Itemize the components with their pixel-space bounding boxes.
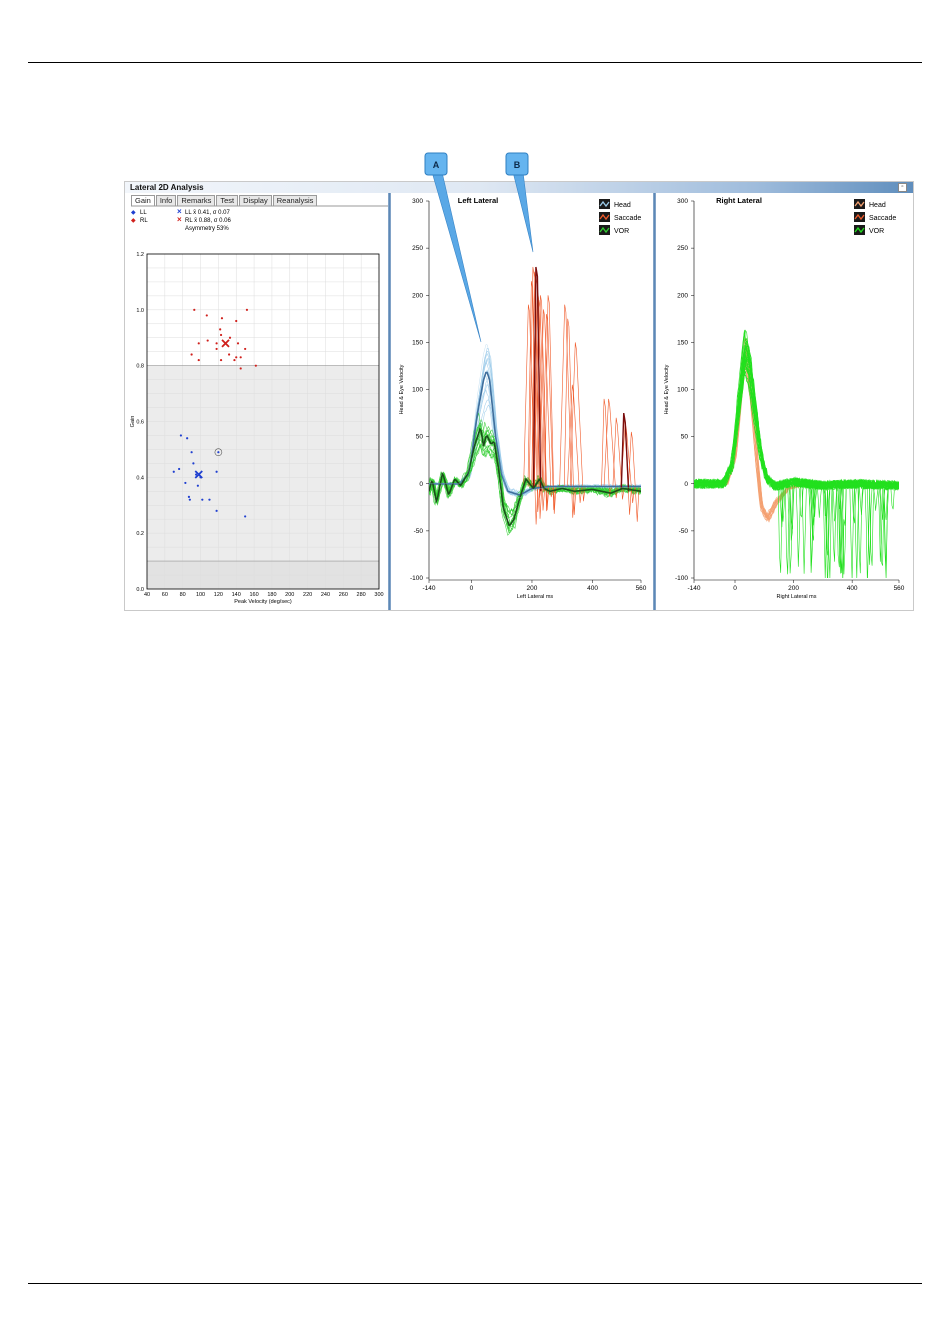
callout-b-label: B: [514, 160, 521, 170]
bottom-rule: [28, 1283, 922, 1284]
callout-layer: A B: [424, 152, 534, 343]
callout-a-pointer: [431, 171, 482, 343]
callout-a-label: A: [433, 160, 440, 170]
callout-b-pointer: [512, 171, 534, 253]
